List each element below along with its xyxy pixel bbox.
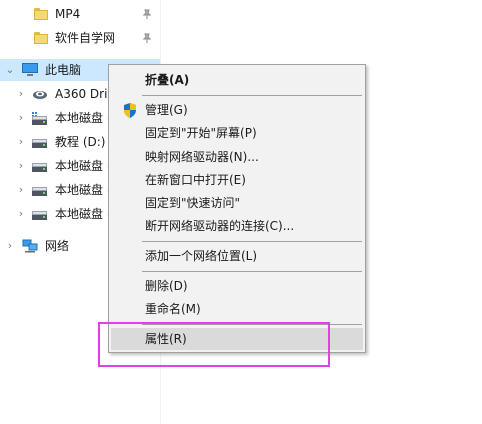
menu-item-pin-to-start[interactable]: 固定到"开始"屏幕(P): [111, 122, 363, 144]
drive-icon: [32, 187, 47, 196]
pin-icon[interactable]: [142, 9, 152, 19]
nav-item-label: 教程 (D:): [55, 135, 106, 149]
system-drive-icon: [32, 112, 47, 125]
menu-separator: [142, 95, 362, 96]
cloud-drive-icon: [33, 91, 47, 99]
menu-item-manage[interactable]: 管理(G): [111, 99, 363, 121]
menu-item-collapse[interactable]: 折叠(A): [111, 69, 363, 91]
chevron-right-icon[interactable]: ›: [14, 131, 28, 153]
chevron-right-icon[interactable]: ›: [14, 83, 28, 105]
menu-item-add-network-location[interactable]: 添加一个网络位置(L): [111, 245, 363, 267]
nav-item-label: 本地磁盘 (: [55, 159, 112, 173]
chevron-right-icon[interactable]: ›: [14, 107, 28, 129]
drive-icon: [32, 139, 47, 148]
menu-item-disconnect-network-drive[interactable]: 断开网络驱动器的连接(C)...: [111, 215, 363, 237]
folder-icon: [34, 32, 48, 44]
computer-icon: [22, 63, 38, 77]
chevron-down-icon[interactable]: ⌄: [3, 59, 17, 81]
nav-item-label: 网络: [45, 239, 70, 253]
drive-icon: [32, 163, 47, 172]
menu-separator: [142, 271, 362, 272]
uac-shield-icon: [124, 103, 136, 118]
chevron-right-icon[interactable]: ›: [14, 203, 28, 225]
nav-item-label: 本地磁盘 (: [55, 207, 112, 221]
nav-item-rjzxw[interactable]: 软件自学网: [0, 27, 160, 49]
drive-icon: [32, 211, 47, 220]
nav-item-label: 软件自学网: [55, 31, 116, 45]
chevron-right-icon[interactable]: ›: [14, 155, 28, 177]
context-menu: 折叠(A) 管理(G) 固定到"开始"屏幕(P) 映射网络驱动器(N)... 在…: [108, 64, 366, 353]
menu-separator: [142, 241, 362, 242]
nav-item-mp4[interactable]: MP4: [0, 3, 160, 25]
pin-icon[interactable]: [142, 33, 152, 43]
nav-item-label: 本地磁盘 (: [55, 183, 112, 197]
chevron-right-icon[interactable]: ›: [3, 235, 17, 257]
folder-icon: [34, 8, 48, 20]
nav-item-label: 本地磁盘 (: [55, 111, 112, 125]
menu-item-rename[interactable]: 重命名(M): [111, 298, 363, 320]
menu-item-delete[interactable]: 删除(D): [111, 275, 363, 297]
annotation-highlight-box: [98, 322, 330, 367]
nav-item-label: A360 Driv: [55, 87, 115, 101]
nav-item-label: 此电脑: [45, 63, 82, 77]
menu-item-open-new-window[interactable]: 在新窗口中打开(E): [111, 169, 363, 191]
menu-item-pin-quick-access[interactable]: 固定到"快速访问": [111, 192, 363, 214]
chevron-right-icon[interactable]: ›: [14, 179, 28, 201]
menu-item-map-network-drive[interactable]: 映射网络驱动器(N)...: [111, 146, 363, 168]
network-icon: [22, 239, 38, 253]
nav-item-label: MP4: [55, 7, 81, 21]
